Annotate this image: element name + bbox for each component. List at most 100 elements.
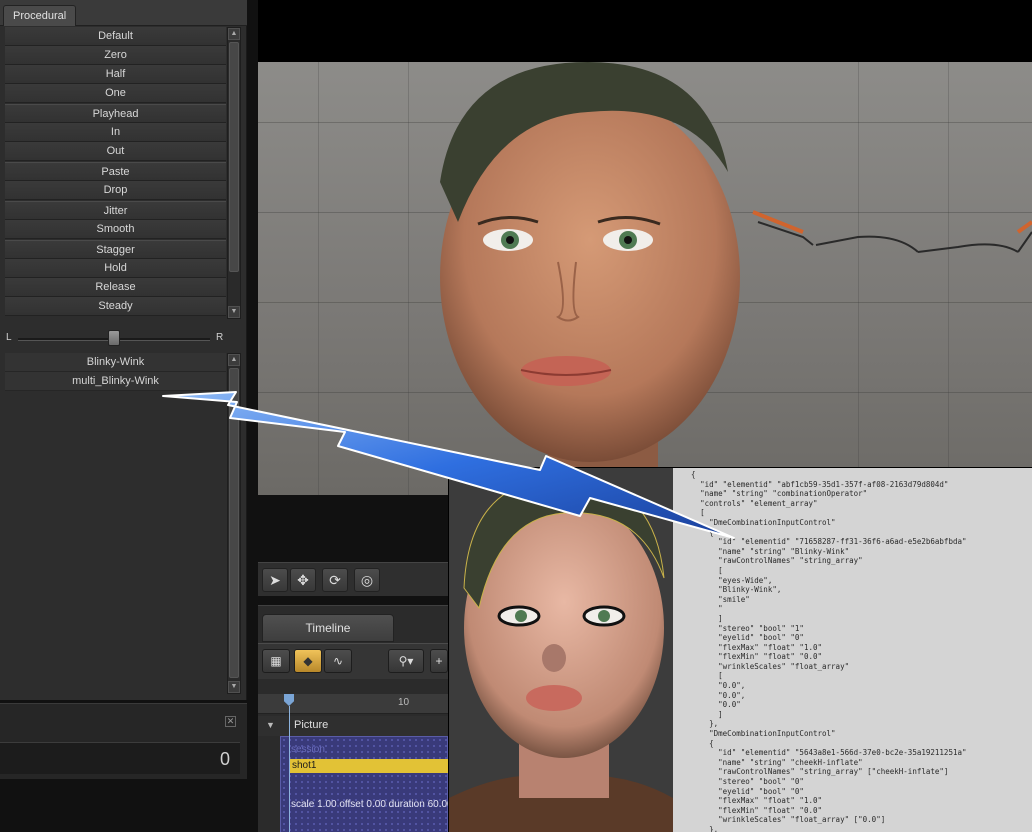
timeline-toolbar: ▦ ◆ ∿ ⚲▾ + [258, 643, 448, 679]
code-line: [ [673, 565, 723, 575]
inset-screenshot: { "id" "elementid" "abf1cb59-35d1-357f-a… [448, 467, 1032, 832]
code-line: "stereo" "bool" "1" [673, 623, 804, 633]
code-line: ] [673, 613, 723, 623]
scroll-up-icon[interactable]: ▲ [228, 28, 240, 40]
control-list-item[interactable]: multi_Blinky-Wink [5, 372, 226, 391]
code-line: ] [673, 709, 723, 719]
move-icon[interactable]: ✥ [290, 568, 316, 592]
panel-tab-bar: Procedural [0, 0, 247, 26]
more-tools-icon[interactable]: + [430, 649, 448, 673]
preset-button[interactable]: Jitter [5, 201, 226, 220]
code-line: "0.0", [673, 690, 746, 700]
code-line: "smile" [673, 594, 750, 604]
control-list: Blinky-Wink multi_Blinky-Wink [5, 353, 226, 695]
code-line: "controls" "element_array" [673, 498, 818, 508]
preset-button[interactable]: Hold [5, 259, 226, 278]
code-line: "stereo" "bool" "0" [673, 777, 804, 786]
code-line: "id" "elementid" "71658287-ff31-36f6-a6a… [673, 537, 967, 547]
collapse-arrow-icon[interactable]: ▼ [266, 720, 275, 730]
shot-clip[interactable]: shot1 [289, 759, 449, 773]
preset-button[interactable]: Stagger [5, 240, 226, 259]
target-icon[interactable]: ◎ [354, 568, 380, 592]
scroll-thumb[interactable] [229, 368, 239, 678]
balance-right-label: R [216, 332, 224, 343]
3d-viewport[interactable] [258, 0, 1032, 495]
status-panel: ✕ 0 [0, 703, 247, 779]
tab-procedural[interactable]: Procedural [3, 5, 77, 26]
control-list-item[interactable]: Blinky-Wink [5, 353, 226, 372]
counter-field[interactable]: 0 [0, 742, 240, 774]
balance-slider-row: L R [0, 322, 247, 352]
preset-button-list: Default Zero Half One Playhead In Out Paste Drop… [5, 27, 226, 316]
scroll-up-icon[interactable]: ▲ [228, 354, 240, 366]
clip-editor-icon[interactable]: ▦ [262, 649, 290, 673]
preset-button[interactable]: Out [5, 142, 226, 161]
code-line: }, [673, 719, 719, 729]
code-line: [ [673, 508, 705, 518]
preset-button[interactable]: Drop [5, 181, 226, 200]
inset-head-model [449, 468, 673, 832]
graph-editor-icon[interactable]: ∿ [324, 649, 352, 673]
code-line: " [673, 604, 723, 614]
code-line: "flexMin" "float" "0.0" [673, 805, 823, 815]
code-line: "eyelid" "bool" "0" [673, 786, 804, 796]
inset-code-listing: { "id" "elementid" "abf1cb59-35d1-357f-a… [673, 468, 1032, 832]
code-line: "Blinky-Wink", [673, 585, 782, 595]
clip-info-text: scale 1.00 offset 0.00 duration 60.00 [291, 799, 453, 810]
preset-button[interactable]: Steady [5, 297, 226, 316]
head-model-render [440, 62, 1032, 495]
code-line: { [673, 470, 696, 479]
preset-scrollbar[interactable]: ▲ ▼ [227, 27, 241, 319]
add-marker-icon[interactable]: ⚲▾ [388, 649, 424, 673]
code-line: "rawControlNames" "string_array" [673, 556, 863, 566]
code-line: "name" "string" "cheekH-inflate" [673, 757, 863, 767]
code-line: "wrinkleScales" "float_array" ["0.0"] [673, 815, 886, 825]
code-line: { [673, 738, 714, 748]
code-line: "flexMin" "float" "0.0" [673, 652, 823, 662]
scroll-thumb[interactable] [229, 42, 239, 272]
scroll-down-icon[interactable]: ▼ [228, 306, 240, 318]
close-icon[interactable]: ✕ [225, 716, 236, 727]
playhead-line [289, 706, 290, 832]
preset-button[interactable]: Default [5, 27, 226, 46]
preset-button[interactable]: Smooth [5, 220, 226, 239]
preset-button[interactable]: Half [5, 65, 226, 84]
code-line: "name" "string" "Blinky-Wink" [673, 546, 850, 556]
preset-button[interactable]: In [5, 123, 226, 142]
code-line: "eyelid" "bool" "0" [673, 633, 804, 643]
select-arrow-icon[interactable]: ➤ [262, 568, 288, 592]
preset-button[interactable]: Release [5, 278, 226, 297]
track-header[interactable]: ▼ Picture [258, 716, 448, 736]
procedural-panel: Procedural Default Zero Half One Playhead In O… [0, 0, 247, 700]
session-clip[interactable]: session shot1 scale 1.00 offset 0.00 dur… [280, 736, 453, 832]
preset-button[interactable]: Zero [5, 46, 226, 65]
code-line: "DmeCombinationInputControl" [673, 729, 836, 739]
code-line: "eyes-Wide", [673, 575, 773, 585]
code-line: "id" "elementid" "abf1cb59-35d1-357f-af0… [673, 479, 949, 489]
code-line: "0.0", [673, 681, 746, 691]
viewport-scene [258, 62, 1032, 495]
code-line: "id" "elementid" "5643a8e1-566d-37e0-bc2… [673, 748, 967, 758]
code-line: "flexMax" "float" "1.0" [673, 642, 823, 652]
preset-button[interactable]: One [5, 84, 226, 103]
preset-button[interactable]: Playhead [5, 104, 226, 123]
timeline-panel: Timeline ▦ ◆ ∿ ⚲▾ + 10 ▼ Picture session… [258, 605, 453, 832]
code-line: "0.0" [673, 700, 741, 710]
preset-button[interactable]: Paste [5, 162, 226, 181]
code-line: "wrinkleScales" "float_array" [673, 661, 850, 671]
control-scrollbar[interactable]: ▲ ▼ [227, 353, 241, 694]
inset-head-render [449, 468, 673, 832]
clip-ghost-label: session [291, 744, 325, 755]
ruler-tick-label: 10 [398, 697, 410, 708]
counter-value: 0 [219, 749, 230, 769]
motion-editor-icon[interactable]: ◆ [294, 649, 322, 673]
code-line: "name" "string" "combinationOperator" [673, 489, 868, 499]
code-line: "rawControlNames" "string_array" ["cheek… [673, 767, 949, 777]
manipulator-toolbar: ➤ ✥ ⟳ ◎ [258, 562, 448, 596]
rotate-icon[interactable]: ⟳ [322, 568, 348, 592]
tab-timeline[interactable]: Timeline [262, 614, 394, 642]
code-line: }, [673, 824, 719, 832]
code-line: "flexMax" "float" "1.0" [673, 796, 823, 806]
scroll-down-icon[interactable]: ▼ [228, 681, 240, 693]
balance-slider-handle[interactable] [108, 330, 120, 346]
